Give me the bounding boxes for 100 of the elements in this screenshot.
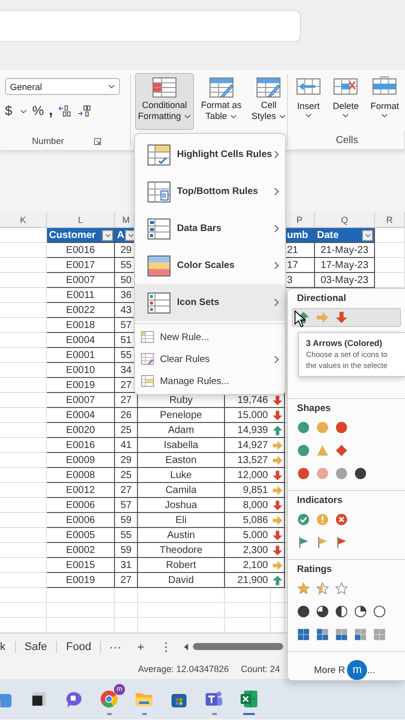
table-cell: E0006 <box>47 498 115 513</box>
table-cell: 55 <box>115 528 138 543</box>
more-rules-link[interactable]: More R <box>314 664 346 676</box>
empty-cell <box>0 408 47 423</box>
cell-brush-icon <box>256 77 282 98</box>
ribbon-button[interactable]: Delete <box>332 76 359 118</box>
menu-item[interactable]: Data Bars <box>135 210 285 247</box>
cursor-badge: m <box>347 660 368 680</box>
filter-button[interactable] <box>362 230 373 240</box>
circle-icon <box>297 421 310 434</box>
spreadsheet-icon[interactable] <box>239 689 259 709</box>
status-text: Average: 12.04347826 <box>138 664 229 674</box>
menu-item[interactable]: Manage Rules... <box>135 370 285 392</box>
table-cell: 26 <box>115 408 138 423</box>
chat-icon[interactable] <box>64 689 84 709</box>
add-sheet-button[interactable]: + <box>129 640 152 654</box>
currency-button[interactable]: $ <box>5 103 12 119</box>
table-cell: 2,100 <box>225 558 271 573</box>
scrollbar-thumb[interactable] <box>193 643 284 650</box>
empty-cell <box>225 603 271 618</box>
section-title: Shapes <box>296 403 331 414</box>
table-cell: Austin <box>138 528 225 543</box>
ribbon-button[interactable]: Conditional Formatting <box>135 73 194 130</box>
menu-item[interactable]: Clear Rules <box>135 348 285 370</box>
menu-item[interactable]: New Rule... <box>135 326 285 348</box>
decrease-decimal-icon[interactable] <box>76 105 91 117</box>
header-label: Date <box>317 230 339 240</box>
table-cell: 17-May-23 <box>315 258 375 273</box>
table-cell: Eli <box>138 513 225 528</box>
sheet-tab[interactable]: k <box>0 640 16 652</box>
half-star-icon <box>316 582 329 595</box>
highlighted-grid-icon <box>152 77 177 98</box>
ribbon-button[interactable]: Insert <box>296 76 321 118</box>
diamond-icon <box>335 444 348 457</box>
more-sheets-button[interactable]: ··· <box>101 640 130 654</box>
menu-item[interactable]: Top/Bottom Rules <box>135 173 285 210</box>
new-rule-icon <box>141 331 154 343</box>
increase-decimal-icon[interactable] <box>58 105 72 117</box>
empty-cell <box>225 588 271 603</box>
tooltip-title: 3 Arrows (Colored) <box>306 338 384 348</box>
ranking-grid-icon <box>147 180 171 202</box>
table-cell: E0008 <box>47 468 115 483</box>
menu-item[interactable]: Color Scales <box>135 247 285 284</box>
menu-item[interactable]: Icon Sets <box>135 284 285 321</box>
ribbon-button[interactable]: Format <box>370 76 400 118</box>
circle-icon <box>297 467 310 480</box>
options-button[interactable]: ⋮ <box>152 640 180 654</box>
comma-button[interactable]: , <box>48 103 53 119</box>
column-header[interactable]: R <box>375 212 405 228</box>
empty-cell <box>375 243 405 258</box>
exclamation-circle-icon <box>316 513 329 526</box>
table-cell: E0022 <box>47 303 115 318</box>
table-cell: 29 <box>115 453 138 468</box>
table-cell: E0007 <box>47 393 115 408</box>
table-cell: E0019 <box>47 573 115 588</box>
three-quarter-circle-icon <box>316 605 329 618</box>
table-cell: 8,000 <box>225 498 271 513</box>
full-circle-icon <box>297 605 310 618</box>
table-cell: 2,300 <box>225 543 271 558</box>
table-cell: 21-May-23 <box>315 243 375 258</box>
empty-cell <box>0 333 47 348</box>
table-cell: Isabella <box>138 438 225 453</box>
empty-cell <box>0 258 47 273</box>
table-cell: 9,851 <box>225 483 271 498</box>
dialog-launcher-icon[interactable] <box>94 138 101 144</box>
search-field[interactable] <box>0 10 301 42</box>
flag-icon <box>335 536 348 549</box>
empty-cell <box>271 603 285 618</box>
table-cell: E0009 <box>47 453 115 468</box>
empty-cell <box>0 573 47 588</box>
flag-icon <box>316 536 329 549</box>
scroll-left-icon[interactable] <box>184 642 190 650</box>
filter-button[interactable] <box>102 230 113 240</box>
circle-icon <box>316 467 329 480</box>
sheet-tab[interactable]: Food <box>57 640 102 652</box>
number-format-dropdown[interactable]: General <box>5 78 120 95</box>
ribbon-button[interactable]: Cell Styles <box>248 73 290 130</box>
icon-set-option[interactable] <box>292 308 401 327</box>
empty-cell <box>0 303 47 318</box>
empty-cell <box>0 273 47 288</box>
table-cell: E0016 <box>47 243 115 258</box>
header-label: Customer <box>49 230 96 240</box>
sheet-tab[interactable]: Safe <box>16 640 58 652</box>
column-header[interactable]: K <box>0 212 47 228</box>
table-brush-icon <box>208 77 234 98</box>
table-cell: 57 <box>115 498 138 513</box>
caret-icon <box>381 113 388 118</box>
menu-item[interactable]: Highlight Cells Rules <box>135 136 285 173</box>
table-cell: 27 <box>115 573 138 588</box>
empty-cell <box>0 603 47 618</box>
table-cell: E0002 <box>47 543 115 558</box>
ring-icon[interactable] <box>99 689 119 709</box>
ribbon-button[interactable]: Format as Table <box>198 73 245 130</box>
table-cell: E0001 <box>47 348 115 363</box>
percent-button[interactable]: % <box>32 103 44 119</box>
empty-cell <box>0 348 47 363</box>
table-cell: 13,527 <box>225 453 271 468</box>
table-cell: Joshua <box>138 498 225 513</box>
caret-icon <box>20 108 28 114</box>
box-grid-icon <box>335 628 348 641</box>
